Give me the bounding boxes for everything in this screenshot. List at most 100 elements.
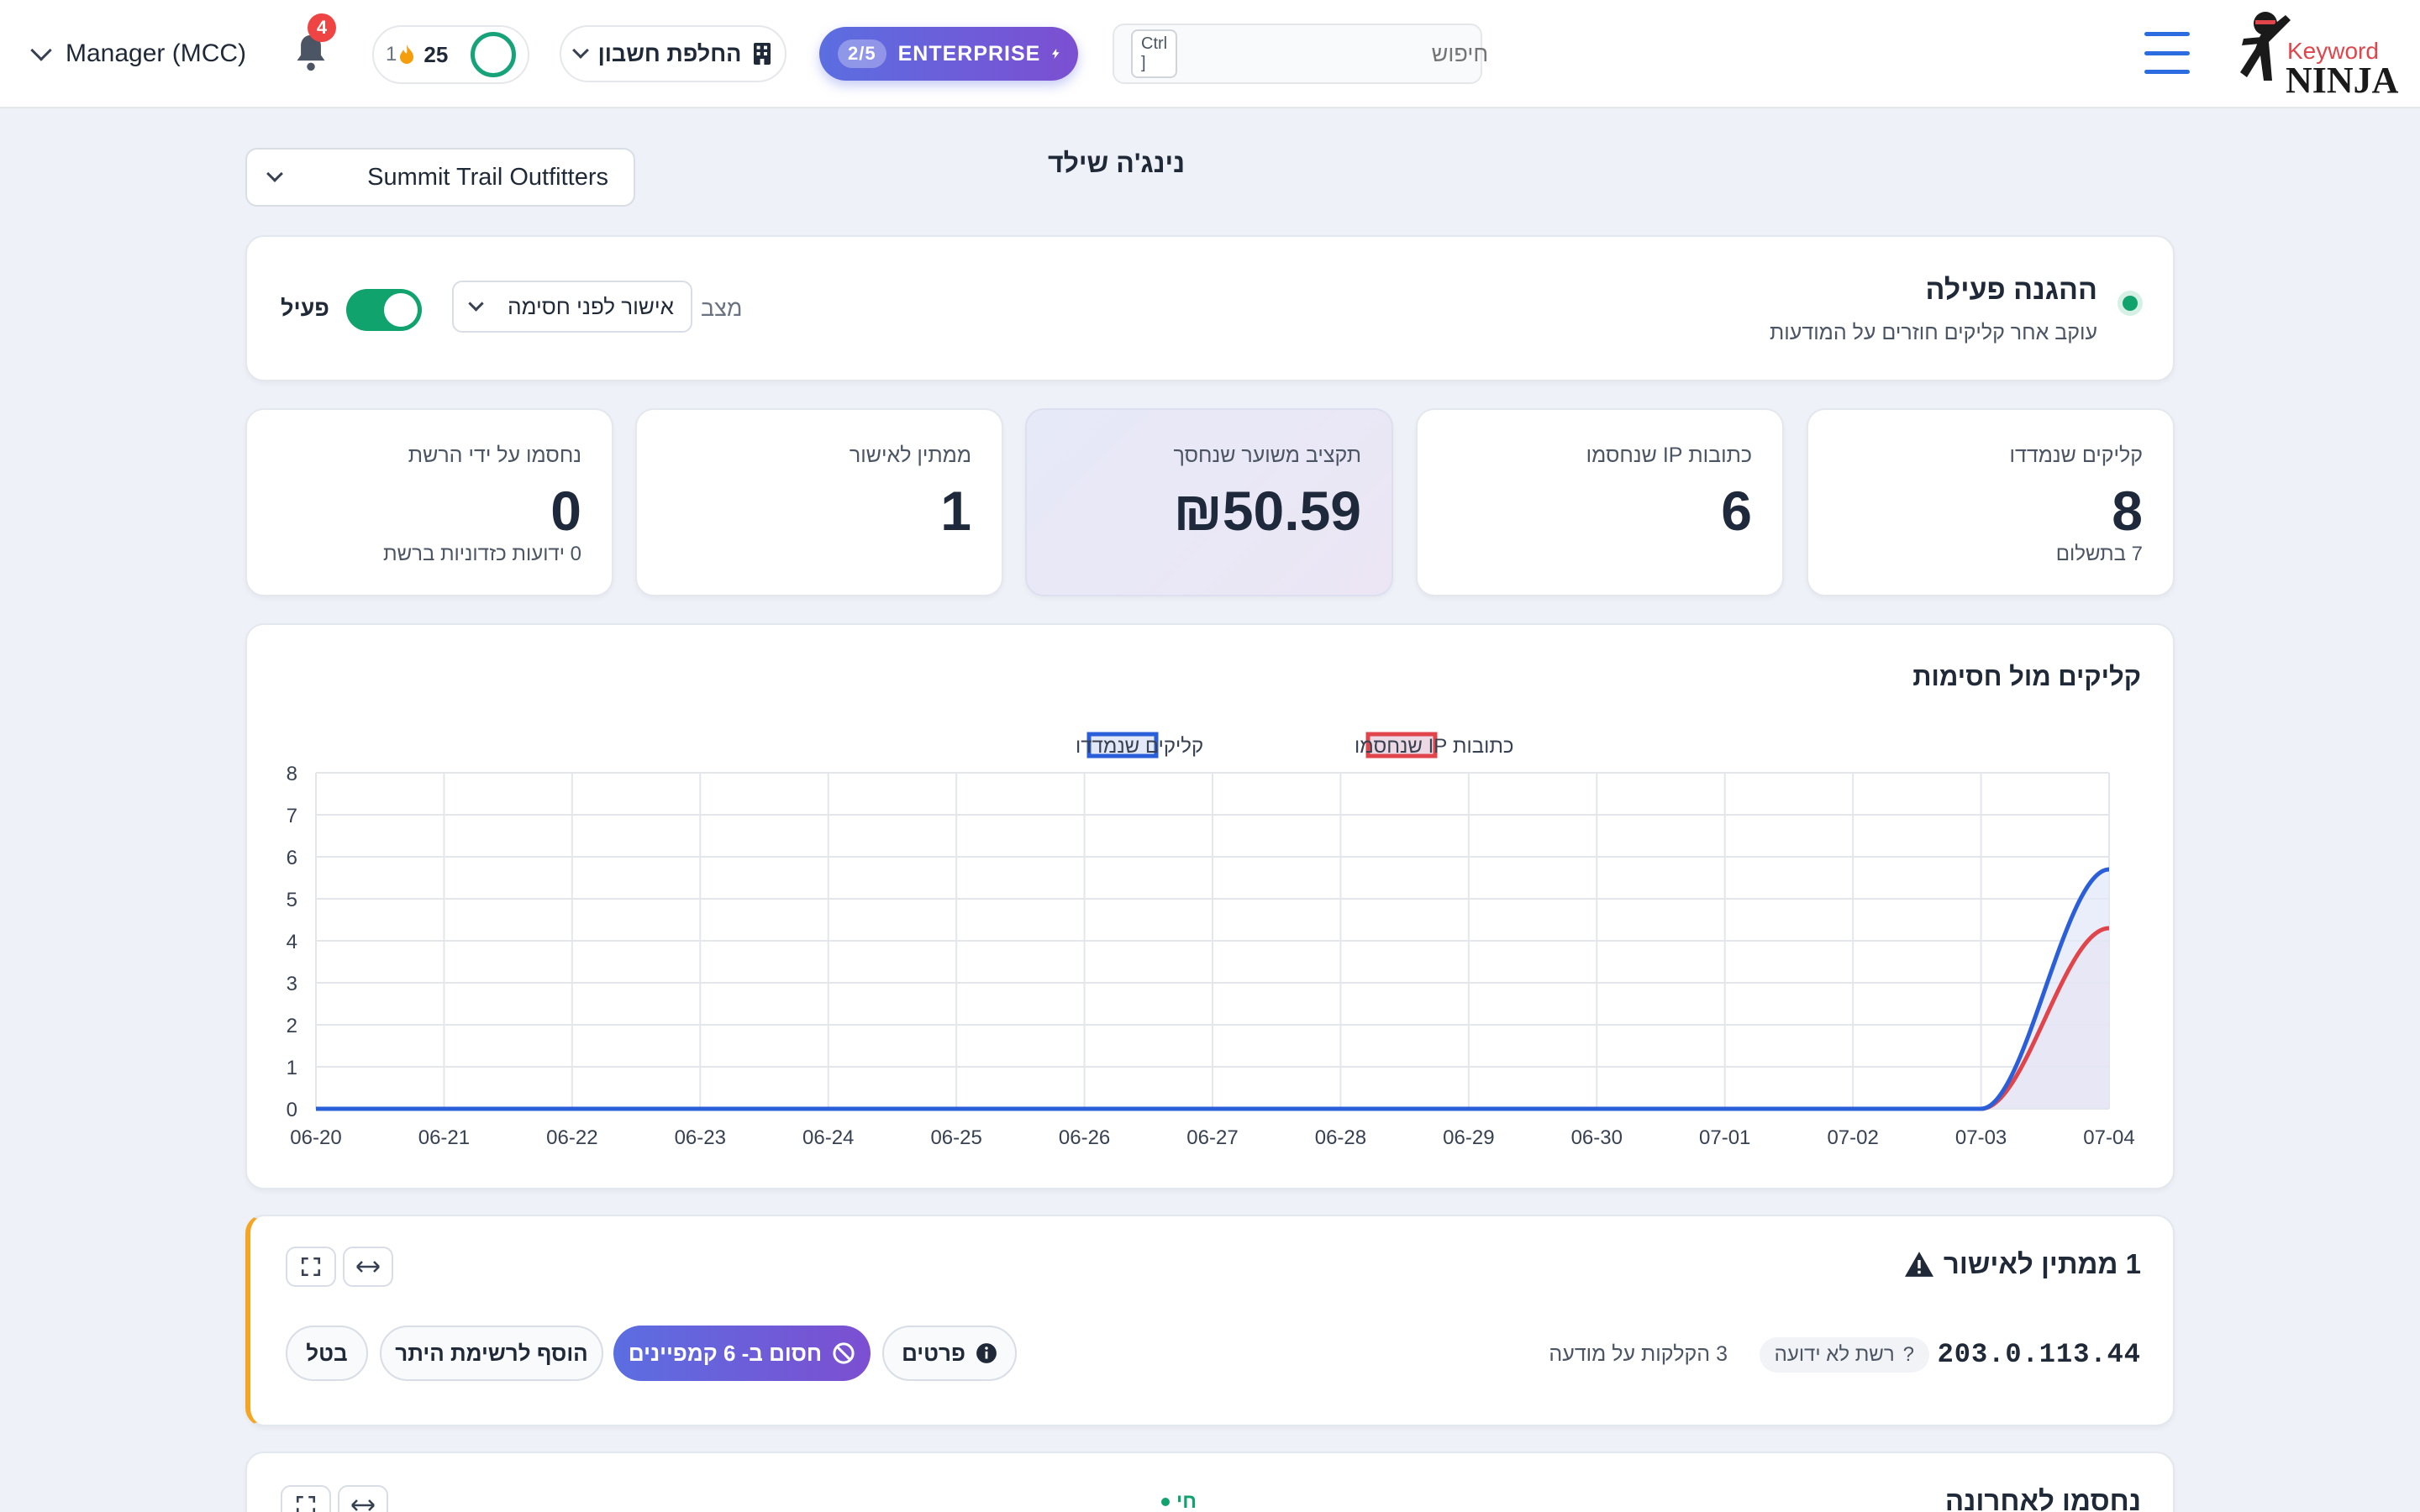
y-tick-label: 7: [287, 805, 297, 827]
expand-button[interactable]: [281, 1485, 331, 1512]
legend-label: קליקים שנמדדו: [1076, 735, 1203, 758]
x-tick-label: 07-01: [1699, 1126, 1750, 1149]
x-tick-label: 06-26: [1059, 1126, 1110, 1149]
question-icon: ?: [1902, 1343, 1914, 1366]
stat-label: כתובות IP שנחסמו: [1586, 444, 1752, 467]
site-selector-value: Summit Trail Outfitters: [367, 163, 608, 191]
account-menu[interactable]: Manager (MCC): [30, 32, 247, 76]
search-box[interactable]: Ctrl ]: [1113, 24, 1489, 84]
logo-text-bottom: NINJA: [2286, 60, 2399, 101]
x-tick-label: 06-29: [1443, 1126, 1494, 1149]
x-tick-label: 07-02: [1827, 1126, 1878, 1149]
allowlist-label: הוסף לרשימת היתר: [395, 1340, 588, 1366]
search-input[interactable]: [1191, 40, 1489, 67]
recently-blocked-card: נחסמו לאחרונה חי: [245, 1452, 2175, 1512]
legend-label: כתובות IP שנחסמו: [1355, 735, 1514, 758]
switch-account-label: החלפת חשבון: [597, 40, 742, 66]
y-tick-label: 5: [287, 889, 297, 911]
details-button[interactable]: פרטים: [882, 1326, 1017, 1381]
switch-account-button[interactable]: החלפת חשבון: [560, 25, 786, 82]
x-tick-label: 07-03: [1955, 1126, 2007, 1149]
stat-card-pending: ממתין לאישור 1: [635, 408, 1003, 596]
page-title: נינג'ה שילד: [1047, 148, 1185, 178]
y-tick-label: 1: [287, 1057, 297, 1079]
building-icon: [754, 43, 771, 65]
progress-ring: [471, 32, 516, 77]
cancel-button[interactable]: בטל: [286, 1326, 368, 1381]
stat-card-budget-saved: תקציב משוער שנחסך ₪50.59: [1025, 408, 1393, 596]
details-label: פרטים: [902, 1340, 965, 1366]
hamburger-line: [2144, 50, 2190, 55]
mode-select[interactable]: אישור לפני חסימה: [452, 281, 692, 333]
stat-card-network-blocked: נחסמו על ידי הרשת 0 0 ידועות כזדוניות בר…: [245, 408, 613, 596]
streak-counter: 1: [386, 43, 415, 66]
live-label: חי: [1176, 1490, 1197, 1512]
stat-label: נחסמו על ידי הרשת: [408, 444, 581, 467]
plan-badge[interactable]: 2/5 ENTERPRISE: [819, 27, 1078, 81]
cancel-label: בטל: [306, 1340, 348, 1366]
info-icon: [976, 1343, 997, 1363]
protection-subtitle: עוקב אחר קליקים חוזרים על המודעות: [1770, 321, 2097, 344]
pending-approval-card: 1 ממתין לאישור 203.0.113.44 ? רשת לא ידו…: [245, 1215, 2175, 1426]
x-tick-label: 06-25: [930, 1126, 981, 1149]
widen-button[interactable]: [338, 1485, 388, 1512]
clicks-vs-blocks-chart: 0 1 2 3 4 5 6 7 8 06-20 06-21 06-22 06-23 06-24 06-25 0…: [287, 732, 2135, 1149]
y-tick-label: 0: [287, 1099, 297, 1121]
x-tick-label: 06-23: [675, 1126, 726, 1149]
block-icon: [833, 1342, 855, 1364]
add-to-allowlist-button[interactable]: הוסף לרשימת היתר: [380, 1326, 603, 1381]
x-tick-label: 06-21: [418, 1126, 470, 1149]
protection-title: ההגנה פעילה: [1925, 274, 2098, 306]
stat-footnote: 0 ידועות כזדוניות ברשת: [383, 543, 581, 565]
y-tick-label: 3: [287, 973, 297, 995]
notifications-button[interactable]: 4: [292, 13, 336, 74]
protection-toggle[interactable]: [346, 289, 422, 331]
status-indicator: [2118, 291, 2143, 316]
stat-value: 1: [940, 480, 971, 542]
mode-select-value: אישור לפני חסימה: [508, 293, 674, 319]
ad-clicks-note: 3 הקלקות על מודעה: [1549, 1342, 1728, 1366]
stat-label: תקציב משוער שנחסך: [1173, 444, 1362, 467]
fullscreen-icon: [296, 1495, 316, 1512]
credits-widget[interactable]: 1 25: [372, 25, 529, 84]
network-badge-label: רשת לא ידועה: [1774, 1343, 1895, 1366]
fullscreen-icon: [301, 1257, 321, 1277]
widen-button[interactable]: [343, 1247, 393, 1287]
chart-card: קליקים מול חסימות 0 1 2 3 4 5 6 7 8 06-20 06-21 06-…: [245, 623, 2175, 1189]
account-menu-label: Manager (MCC): [66, 39, 247, 67]
logo[interactable]: Keyword NINJA: [2235, 5, 2400, 102]
pending-ip-address: 203.0.113.44: [1937, 1339, 2141, 1370]
pending-title-text: 1 ממתין לאישור: [1943, 1248, 2141, 1279]
site-selector[interactable]: Summit Trail Outfitters: [245, 148, 635, 207]
plan-name: ENTERPRISE: [897, 41, 1041, 66]
pending-title: 1 ממתין לאישור: [1904, 1248, 2141, 1280]
recent-title: נחסמו לאחרונה: [1944, 1485, 2141, 1512]
streak-value: 1: [386, 43, 397, 66]
block-button[interactable]: חסום ב- 6 קמפיינים: [613, 1326, 871, 1381]
stat-label: ממתין לאישור: [849, 444, 971, 467]
menu-button[interactable]: [2144, 32, 2190, 74]
lightning-icon: [1052, 48, 1060, 60]
arrows-horizontal-icon: [356, 1261, 380, 1273]
block-label: חסום ב- 6 קמפיינים: [628, 1340, 823, 1366]
flame-icon: [400, 45, 414, 64]
notifications-badge: 4: [308, 13, 336, 42]
protection-status-card: ההגנה פעילה עוקב אחר קליקים חוזרים על המ…: [245, 235, 2175, 381]
ninja-logo-icon: Keyword NINJA: [2240, 12, 2399, 101]
plan-usage: 2/5: [838, 39, 886, 68]
y-tick-label: 6: [287, 847, 297, 869]
stat-card-clicks: קליקים שנמדדו 8 7 בתשלום: [1807, 408, 2175, 596]
search-shortcut: Ctrl ]: [1131, 29, 1178, 78]
warning-icon: [1904, 1252, 1933, 1277]
x-tick-label: 06-22: [546, 1126, 597, 1149]
live-dot: [1161, 1498, 1170, 1506]
stat-value: ₪50.59: [1173, 480, 1362, 542]
x-tick-label: 06-24: [802, 1126, 854, 1149]
stat-value: 8: [2112, 480, 2143, 542]
top-bar: Manager (MCC) 4 1 25 החלפת חשבון 2/5 ENT…: [0, 0, 2420, 108]
stat-card-blocked-ips: כתובות IP שנחסמו 6: [1416, 408, 1784, 596]
expand-button[interactable]: [286, 1247, 336, 1287]
chevron-down-icon: [468, 295, 484, 312]
chevron-down-icon: [266, 165, 283, 182]
stat-value: 0: [550, 480, 581, 542]
